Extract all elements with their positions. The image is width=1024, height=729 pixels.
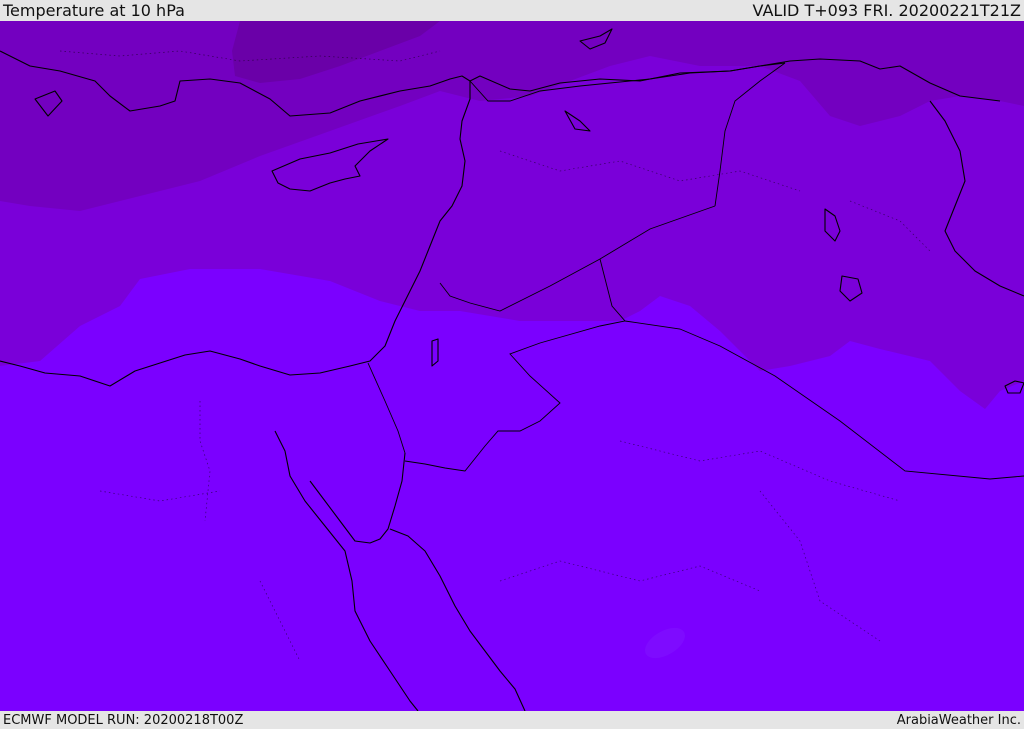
- weather-map[interactable]: [0, 21, 1024, 711]
- footer-bar: ECMWF MODEL RUN: 20200218T00Z ArabiaWeat…: [0, 711, 1024, 729]
- map-title: Temperature at 10 hPa: [3, 1, 185, 20]
- valid-time: VALID T+093 FRI. 20200221T21Z: [752, 1, 1021, 20]
- credit: ArabiaWeather Inc.: [896, 712, 1021, 728]
- model-run: ECMWF MODEL RUN: 20200218T00Z: [3, 712, 244, 728]
- header-bar: Temperature at 10 hPa VALID T+093 FRI. 2…: [0, 0, 1024, 21]
- map-canvas: [0, 21, 1024, 711]
